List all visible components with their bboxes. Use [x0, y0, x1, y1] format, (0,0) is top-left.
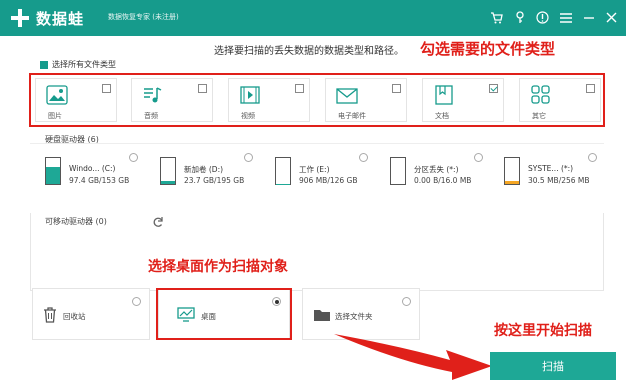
drive-radio[interactable] — [129, 153, 138, 162]
hard-drive-icon — [45, 157, 61, 185]
cart-icon[interactable] — [488, 9, 505, 26]
app-name: 数据蛙 — [36, 10, 85, 28]
file-type-label: 其它 — [532, 112, 546, 120]
document-icon — [433, 85, 455, 105]
title-bar: 数据蛙 数据恢复专家 (未注册) — [0, 0, 626, 36]
close-icon[interactable] — [603, 9, 620, 26]
image-icon — [46, 85, 68, 105]
drive-item[interactable]: Windo... (C:) 97.4 GB/153 GB — [33, 150, 138, 198]
menu-icon[interactable] — [557, 9, 574, 26]
file-type-other[interactable]: 其它 — [519, 78, 601, 122]
file-type-label: 文档 — [435, 112, 449, 120]
file-type-audio[interactable]: 音频 — [131, 78, 213, 122]
drive-radio[interactable] — [359, 153, 368, 162]
file-type-label: 图片 — [48, 112, 62, 120]
minimize-icon[interactable] — [580, 9, 597, 26]
file-type-label: 视频 — [241, 112, 255, 120]
drive-radio[interactable] — [474, 153, 483, 162]
desktop-highlight — [156, 288, 292, 340]
file-type-checkbox[interactable] — [489, 84, 498, 93]
file-type-document[interactable]: 文档 — [422, 78, 504, 122]
hard-drive-icon — [160, 157, 176, 185]
location-radio[interactable] — [132, 297, 141, 306]
drive-name: SYSTE... (*:) — [528, 164, 574, 173]
hard-drive-icon — [390, 157, 406, 185]
red-arrow-icon — [334, 334, 492, 380]
file-type-email[interactable]: 电子邮件 — [325, 78, 407, 122]
app-subtitle: 数据恢复专家 (未注册) — [108, 13, 179, 21]
file-type-label: 音频 — [144, 112, 158, 120]
drive-item[interactable]: 分区丢失 (*:) 0.00 B/16.0 MB — [378, 150, 483, 198]
drive-usage-fill — [161, 180, 175, 184]
file-type-panel: 图片 音频 视频 电子邮件 文档 其它 — [29, 73, 605, 127]
location-recycle-bin[interactable]: 回收站 — [32, 288, 150, 340]
drive-usage-fill — [505, 180, 519, 184]
scan-button[interactable]: 扫描 — [490, 352, 616, 380]
drive-size: 23.7 GB/195 GB — [184, 176, 245, 185]
select-all-box[interactable] — [40, 60, 48, 69]
drive-size: 0.00 B/16.0 MB — [414, 176, 472, 185]
drive-name: 新加卷 (D:) — [184, 165, 224, 174]
location-radio[interactable] — [402, 297, 411, 306]
drive-list: Windo... (C:) 97.4 GB/153 GB 新加卷 (D:) 23… — [30, 143, 604, 205]
other-icon — [530, 85, 552, 105]
drive-size: 97.4 GB/153 GB — [69, 176, 130, 185]
drive-name: Windo... (C:) — [69, 164, 116, 173]
drive-radio[interactable] — [588, 153, 597, 162]
removable-area — [30, 213, 604, 291]
select-all-checkbox[interactable]: 选择所有文件类型 — [40, 59, 116, 70]
recycle-bin-icon — [43, 307, 57, 327]
annotation-scan: 按这里开始扫描 — [494, 323, 592, 339]
file-type-image[interactable]: 图片 — [35, 78, 117, 122]
file-type-checkbox[interactable] — [295, 84, 304, 93]
file-type-video[interactable]: 视频 — [228, 78, 310, 122]
key-icon[interactable] — [511, 9, 528, 26]
file-type-checkbox[interactable] — [392, 84, 401, 93]
location-label: 回收站 — [63, 312, 86, 321]
drive-item[interactable]: SYSTE... (*:) 30.5 MB/256 MB — [492, 150, 597, 198]
email-icon — [336, 85, 358, 105]
annotation-file-types: 勾选需要的文件类型 — [420, 40, 556, 58]
help-icon[interactable] — [534, 9, 551, 26]
select-all-label: 选择所有文件类型 — [52, 60, 116, 69]
instruction-text: 选择要扫描的丢失数据的数据类型和路径。 — [214, 46, 404, 57]
file-type-checkbox[interactable] — [102, 84, 111, 93]
drive-usage-fill — [46, 167, 60, 184]
file-type-label: 电子邮件 — [338, 112, 366, 120]
drive-size: 906 MB/126 GB — [299, 176, 358, 185]
hard-drive-icon — [504, 157, 520, 185]
video-icon — [239, 85, 261, 105]
folder-icon — [313, 307, 331, 326]
hard-drive-icon — [275, 157, 291, 185]
drive-item[interactable]: 工作 (E:) 906 MB/126 GB — [263, 150, 368, 198]
file-type-checkbox[interactable] — [586, 84, 595, 93]
file-type-checkbox[interactable] — [198, 84, 207, 93]
logo-icon — [10, 8, 30, 28]
drive-item[interactable]: 新加卷 (D:) 23.7 GB/195 GB — [148, 150, 253, 198]
drive-name: 工作 (E:) — [299, 165, 330, 174]
audio-icon — [142, 85, 164, 105]
drive-name: 分区丢失 (*:) — [414, 165, 459, 174]
drive-size: 30.5 MB/256 MB — [528, 176, 590, 185]
drive-radio[interactable] — [244, 153, 253, 162]
annotation-desktop: 选择桌面作为扫描对象 — [148, 259, 288, 275]
